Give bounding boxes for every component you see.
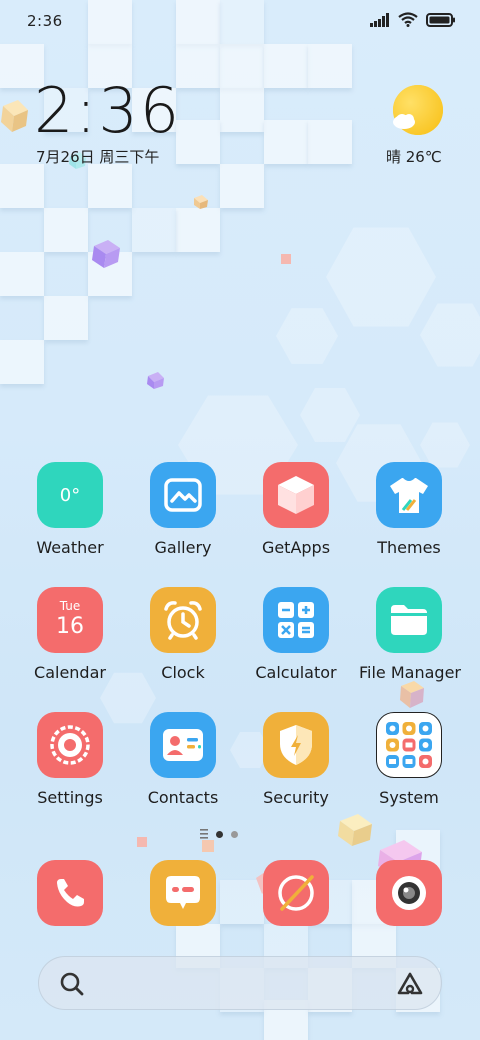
app-weather[interactable]: 0° Weather: [20, 462, 120, 557]
status-icons: [370, 12, 456, 27]
app-label: File Manager: [359, 663, 461, 682]
messaging-icon[interactable]: [150, 860, 216, 926]
phone-icon[interactable]: [37, 860, 103, 926]
security-icon[interactable]: [263, 712, 329, 778]
dock-browser[interactable]: [246, 860, 346, 926]
weather-icon[interactable]: 0°: [37, 462, 103, 528]
getapps-icon[interactable]: [263, 462, 329, 528]
camera-icon[interactable]: [376, 860, 442, 926]
dock-messaging[interactable]: [133, 860, 233, 926]
app-calendar[interactable]: Tue 16 Calendar: [20, 587, 120, 682]
contacts-icon[interactable]: [150, 712, 216, 778]
search-bar[interactable]: [38, 956, 442, 1010]
dock-phone[interactable]: [20, 860, 120, 926]
calendar-icon[interactable]: Tue 16: [37, 587, 103, 653]
app-getapps[interactable]: GetApps: [246, 462, 346, 557]
sun-cloud-icon[interactable]: [392, 84, 444, 136]
app-settings[interactable]: Settings: [20, 712, 120, 807]
app-label: Security: [263, 788, 329, 807]
list-icon[interactable]: [200, 829, 208, 839]
page-indicator[interactable]: [200, 829, 238, 839]
page-dot-active[interactable]: [216, 830, 223, 838]
weather-text: 晴 26℃: [386, 148, 442, 166]
app-security[interactable]: Security: [246, 712, 346, 807]
status-time: 2:36: [27, 12, 63, 30]
wifi-icon: [398, 12, 418, 27]
app-label: Gallery: [154, 538, 212, 557]
settings-icon[interactable]: [37, 712, 103, 778]
folder-system[interactable]: System: [359, 712, 459, 807]
calculator-icon[interactable]: [263, 587, 329, 653]
app-label: Weather: [36, 538, 104, 557]
app-label: Contacts: [147, 788, 219, 807]
app-themes[interactable]: Themes: [359, 462, 459, 557]
page-dot[interactable]: [231, 830, 238, 838]
app-calculator[interactable]: Calculator: [246, 587, 346, 682]
search-icon[interactable]: [59, 971, 85, 997]
app-gallery[interactable]: Gallery: [133, 462, 233, 557]
app-label: System: [379, 788, 439, 807]
system-folder-icon[interactable]: [376, 712, 442, 778]
clock-icon[interactable]: [150, 587, 216, 653]
gallery-icon[interactable]: [150, 462, 216, 528]
status-bar: 2:36: [0, 0, 480, 40]
app-label: Themes: [377, 538, 441, 557]
app-label: GetApps: [261, 538, 331, 557]
battery-icon: [426, 12, 455, 27]
clock-time[interactable]: 2:36: [34, 80, 181, 142]
app-label: Clock: [161, 663, 205, 682]
search-input[interactable]: [99, 973, 379, 995]
themes-icon[interactable]: [376, 462, 442, 528]
clock-date: 7月26日 周三下午: [36, 148, 160, 166]
browser-icon[interactable]: [263, 860, 329, 926]
assistant-icon[interactable]: [397, 971, 423, 997]
folder-icon[interactable]: [376, 587, 442, 653]
app-label: Calendar: [34, 663, 106, 682]
app-label: Calculator: [255, 663, 337, 682]
app-file-manager[interactable]: File Manager: [359, 587, 461, 682]
app-clock[interactable]: Clock: [133, 587, 233, 682]
app-contacts[interactable]: Contacts: [133, 712, 233, 807]
signal-icon: [370, 12, 389, 27]
app-label: Settings: [37, 788, 103, 807]
dock-camera[interactable]: [359, 860, 459, 926]
